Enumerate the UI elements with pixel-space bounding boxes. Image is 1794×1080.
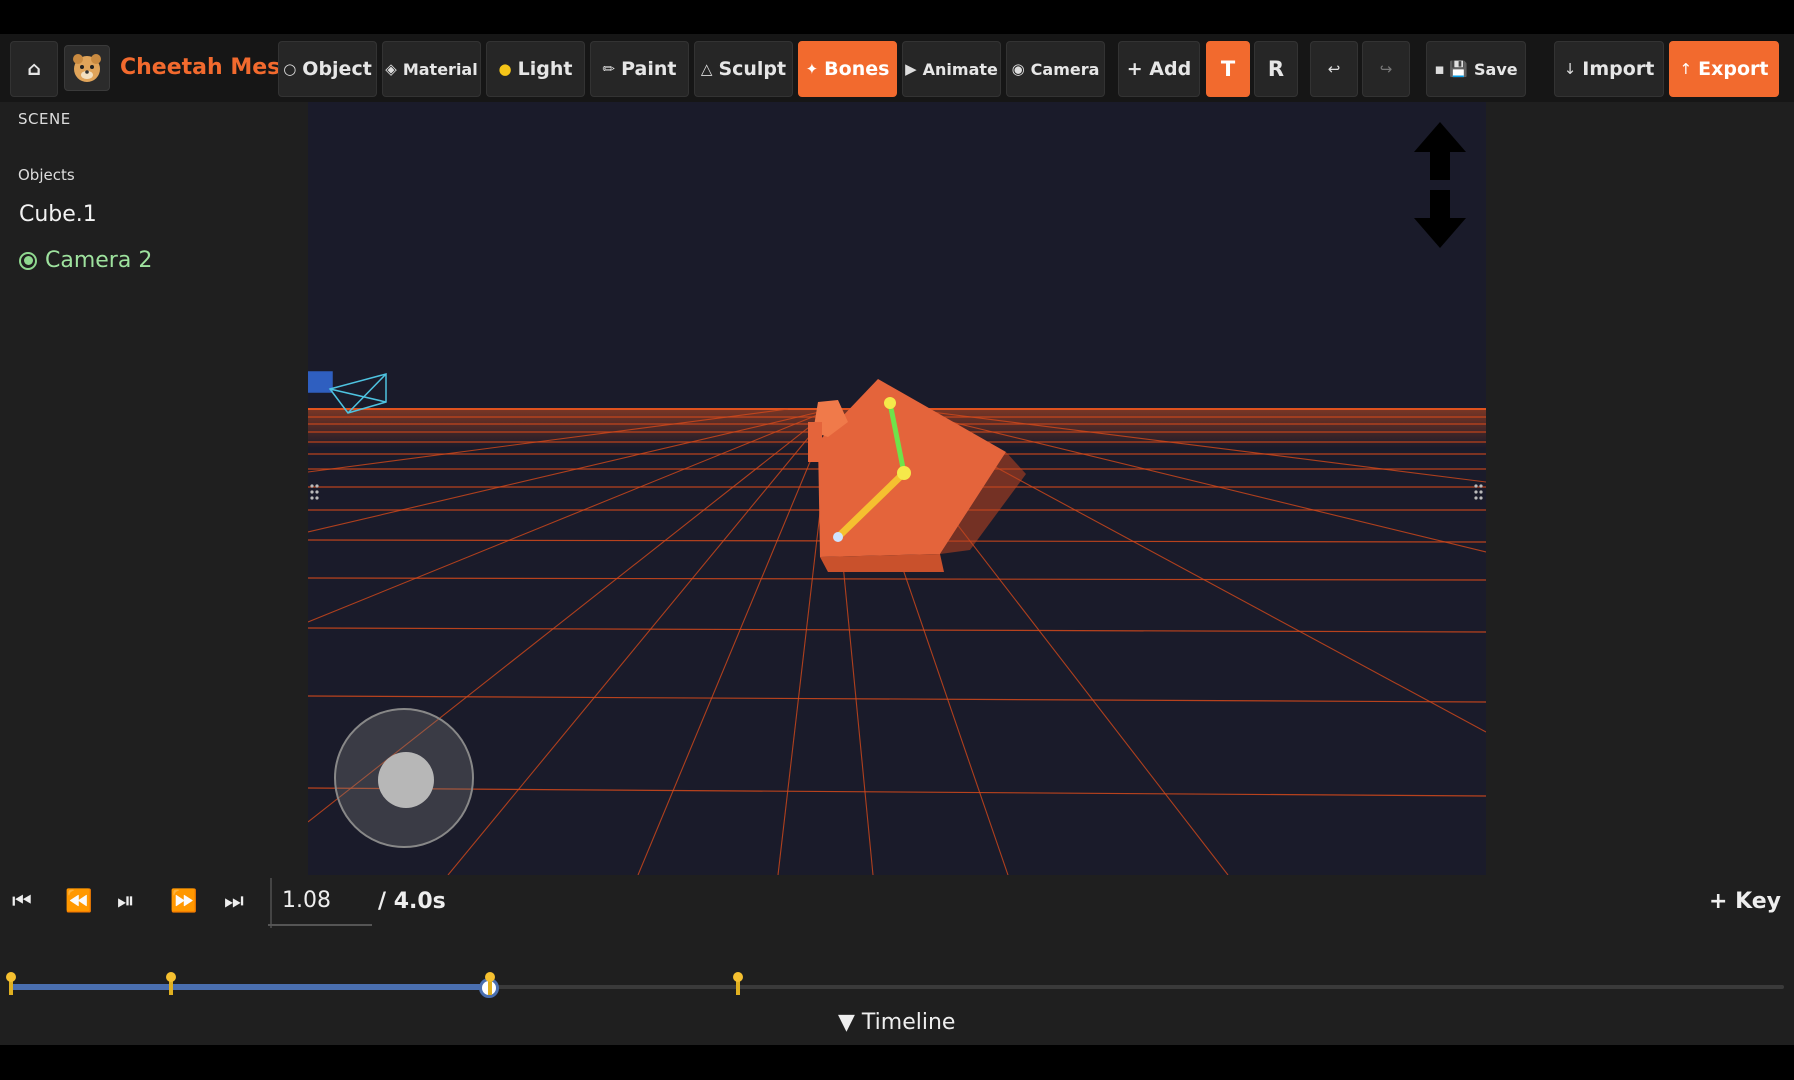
light-icon: ● [498, 60, 512, 78]
keyframe-marker[interactable] [165, 972, 176, 995]
total-duration: / 4.0s [378, 889, 446, 914]
object-icon: ○ [283, 60, 297, 78]
material-mode-button[interactable]: ◈ Material [382, 41, 481, 97]
save-icon: ▪ 💾 [1434, 60, 1468, 78]
rotate-tool-button[interactable]: R [1254, 41, 1298, 97]
timeline-progress-fill [10, 984, 489, 990]
step-back-button[interactable]: ⏪ [65, 889, 92, 914]
camera-gizmo [308, 371, 387, 414]
camera-icon: ◉ [1011, 60, 1025, 78]
paint-icon: ✏ [602, 60, 616, 78]
redo-icon: ↪ [1379, 60, 1393, 78]
home-button[interactable]: ⌂ [10, 41, 58, 97]
selected-radio-icon [19, 251, 37, 270]
redo-button[interactable]: ↪ [1362, 41, 1410, 97]
cheetah-logo-icon [73, 54, 101, 82]
navigation-joystick[interactable] [334, 708, 474, 848]
timeline-toggle[interactable]: ▼ Timeline [838, 1010, 955, 1035]
rewind-icon: ⏪ [65, 889, 93, 914]
save-button[interactable]: ▪ 💾 Save [1426, 41, 1526, 97]
import-icon: ↓ [1563, 60, 1577, 78]
skip-end-icon: ⏭ [224, 889, 244, 914]
play-icon: ▶ [905, 60, 917, 78]
add-button[interactable]: + Add [1118, 41, 1200, 97]
skip-to-start-button[interactable]: ⏮ [12, 889, 32, 914]
bones-icon: ✦ [805, 60, 819, 78]
joystick-knob[interactable] [378, 752, 434, 808]
undo-icon: ↩ [1327, 60, 1341, 78]
object-mode-button[interactable]: ○ Object [278, 41, 377, 97]
export-icon: ↑ [1679, 60, 1693, 78]
objects-header: Objects [18, 166, 75, 184]
export-button[interactable]: ↑ Export [1669, 41, 1779, 97]
bones-mode-button[interactable]: ✦ Bones [798, 41, 897, 97]
object-item-camera[interactable]: Camera 2 [19, 248, 152, 273]
translate-tool-button[interactable]: T [1206, 41, 1250, 97]
step-forward-button[interactable]: ⏩ [170, 889, 197, 914]
skip-start-icon: ⏮ [12, 889, 32, 914]
fast-forward-icon: ⏩ [170, 889, 198, 914]
app-title: Cheetah Mesh [120, 55, 296, 80]
material-icon: ◈ [385, 60, 397, 78]
import-button[interactable]: ↓ Import [1554, 41, 1664, 97]
home-icon: ⌂ [27, 58, 41, 80]
move-up-down-arrows-icon[interactable] [1412, 122, 1468, 248]
current-time-input[interactable]: 1.08 [268, 880, 372, 926]
sculpt-icon: △ [700, 60, 713, 78]
light-mode-button[interactable]: ● Light [486, 41, 585, 97]
play-pause-icon: ⏯ [117, 889, 135, 914]
add-key-button[interactable]: + Key [1709, 889, 1781, 914]
keyframe-marker[interactable] [6, 972, 16, 995]
undo-button[interactable]: ↩ [1310, 41, 1358, 97]
3d-viewport[interactable] [308, 102, 1486, 875]
skip-to-end-button[interactable]: ⏭ [224, 889, 244, 914]
keyframe-marker[interactable] [484, 972, 495, 995]
animate-mode-button[interactable]: ▶ Animate [902, 41, 1001, 97]
keyframe-marker[interactable] [733, 972, 744, 995]
viewport-scene [308, 371, 1486, 875]
scene-header: SCENE [18, 110, 71, 128]
app-avatar[interactable] [64, 45, 110, 91]
play-pause-button[interactable]: ⏯ [117, 889, 135, 914]
object-item-cube[interactable]: Cube.1 [19, 202, 97, 227]
camera-mode-button[interactable]: ◉ Camera [1006, 41, 1105, 97]
sculpt-mode-button[interactable]: △ Sculpt [694, 41, 793, 97]
paint-mode-button[interactable]: ✏ Paint [590, 41, 689, 97]
cheetah-mesh-object [808, 379, 1026, 572]
properties-panel [1486, 102, 1794, 875]
